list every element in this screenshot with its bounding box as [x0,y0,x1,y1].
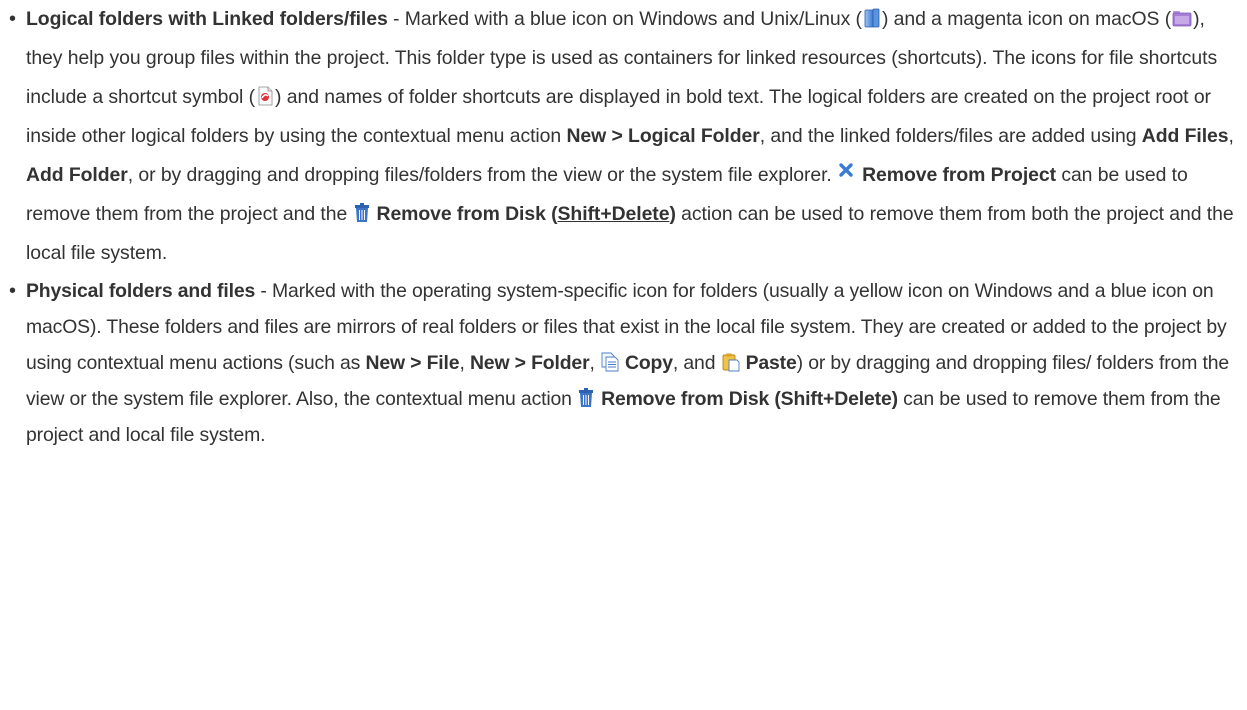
text-run: , [589,352,600,374]
text-run: , [459,352,470,374]
paste-icon [722,352,740,372]
action-new-file: New > File [365,352,460,374]
text-run: , or by dragging and dropping files/fold… [127,164,838,186]
text-run: , [1228,125,1234,147]
trash-icon [578,388,594,408]
text-run: ) and a magenta icon on macOS ( [881,8,1172,30]
list-item-logical-folders: Logical folders with Linked folders/file… [8,0,1241,273]
item-title: Logical folders with Linked folders/file… [26,8,388,30]
blue-logical-folder-icon [863,8,881,28]
file-shortcut-icon [256,86,274,106]
text-run: , and [672,352,721,374]
item-title: Physical folders and files [26,280,256,302]
action-paste: Paste [745,352,797,374]
text-run: , and the linked folders/files are added… [759,125,1142,147]
action-add-files: Add Files [1141,125,1229,147]
action-label: Remove from Disk ( [376,203,558,225]
trash-icon [354,203,370,223]
shortcut-key: Shift+Delete [557,203,670,225]
folder-types-list: Logical folders with Linked folders/file… [8,0,1241,453]
action-new-logical-folder: New > Logical Folder [566,125,760,147]
copy-icon [601,352,619,372]
action-copy: Copy [624,352,673,374]
remove-x-icon [838,160,854,180]
action-remove-from-disk: Remove from Disk (Shift+Delete) [601,388,898,410]
action-add-folder: Add Folder [26,164,128,186]
document-body: Logical folders with Linked folders/file… [0,0,1247,453]
text-run: - Marked with a blue icon on Windows and… [387,8,862,30]
action-new-folder: New > Folder [469,352,590,374]
list-item-physical-folders: Physical folders and files - Marked with… [8,273,1241,453]
magenta-logical-folder-icon [1172,8,1192,28]
action-remove-from-project: Remove from Project [862,164,1056,186]
action-remove-from-disk: Remove from Disk (Shift+Delete) [377,203,676,225]
